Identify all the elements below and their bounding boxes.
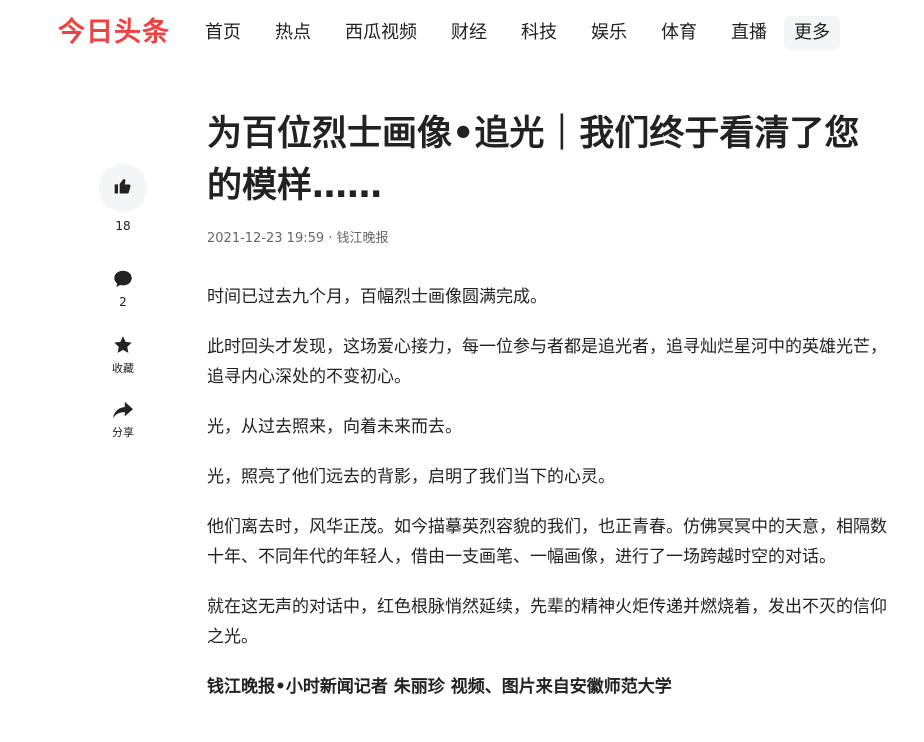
star-icon (112, 334, 134, 360)
nav-item-home[interactable]: 首页 (188, 16, 258, 50)
article-paragraph: 时间已过去九个月，百幅烈士画像圆满完成。 (207, 287, 547, 307)
toutiao-logo[interactable]: 今日头条 (58, 14, 170, 52)
share-arrow-icon (112, 400, 134, 424)
article-action-sidebar: 18 2 收藏 分享 (97, 164, 149, 440)
nav-item-hot[interactable]: 热点 (258, 16, 328, 50)
article-paragraph: 此时回头才发现，这场爱心接力，每一位参与者都是追光者，追寻灿烂星河中的英雄光芒，… (207, 337, 887, 387)
share-label: 分享 (112, 426, 134, 439)
comment-bubble-icon (112, 268, 134, 294)
nav-item-tech[interactable]: 科技 (504, 16, 574, 50)
nav-item-finance[interactable]: 财经 (434, 16, 504, 50)
article-content: 时间已过去九个月，百幅烈士画像圆满完成。 此时回头才发现，这场爱心接力，每一位参… (207, 282, 887, 702)
nav-item-sports[interactable]: 体育 (644, 16, 714, 50)
favorite-button[interactable]: 收藏 (112, 334, 134, 376)
article-title: 为百位烈士画像•追光｜我们终于看清了您的模样…… (207, 114, 860, 206)
comment-count: 2 (119, 295, 127, 309)
nav-item-xigua-video[interactable]: 西瓜视频 (328, 16, 434, 50)
article-byline: 钱江晚报•小时新闻记者 朱丽珍 视频、图片来自安徽师范大学 (207, 677, 672, 697)
like-count: 18 (115, 219, 131, 233)
article-body: 为百位烈士画像•追光｜我们终于看清了您的模样…… 2021-12-23 19:5… (207, 108, 887, 722)
nav-item-live[interactable]: 直播 (714, 16, 784, 50)
top-navigation-bar: 今日头条 首页 热点 西瓜视频 财经 科技 娱乐 体育 直播 更多 (0, 0, 924, 68)
nav-item-entertainment[interactable]: 娱乐 (574, 16, 644, 50)
favorite-label: 收藏 (112, 362, 134, 375)
thumbs-up-icon (113, 176, 133, 200)
comment-button[interactable]: 2 (112, 268, 134, 310)
article-paragraph: 光，从过去照来，向着未来而去。 (207, 417, 462, 437)
share-button[interactable]: 分享 (112, 400, 134, 440)
article-meta: 2021-12-23 19:59 · 钱江晚报 (207, 231, 389, 246)
main-nav: 首页 热点 西瓜视频 财经 科技 娱乐 体育 直播 更多 (188, 16, 840, 50)
article-paragraph: 就在这无声的对话中，红色根脉悄然延续，先辈的精神火炬传递并燃烧着，发出不灭的信仰… (207, 597, 887, 647)
article-paragraph: 光，照亮了他们远去的背影，启明了我们当下的心灵。 (207, 467, 615, 487)
article-paragraph: 他们离去时，风华正茂。如今描摹英烈容貌的我们，也正青春。仿佛冥冥中的天意，相隔数… (207, 517, 887, 567)
like-button[interactable] (99, 164, 147, 212)
nav-more-button[interactable]: 更多 (784, 16, 840, 50)
